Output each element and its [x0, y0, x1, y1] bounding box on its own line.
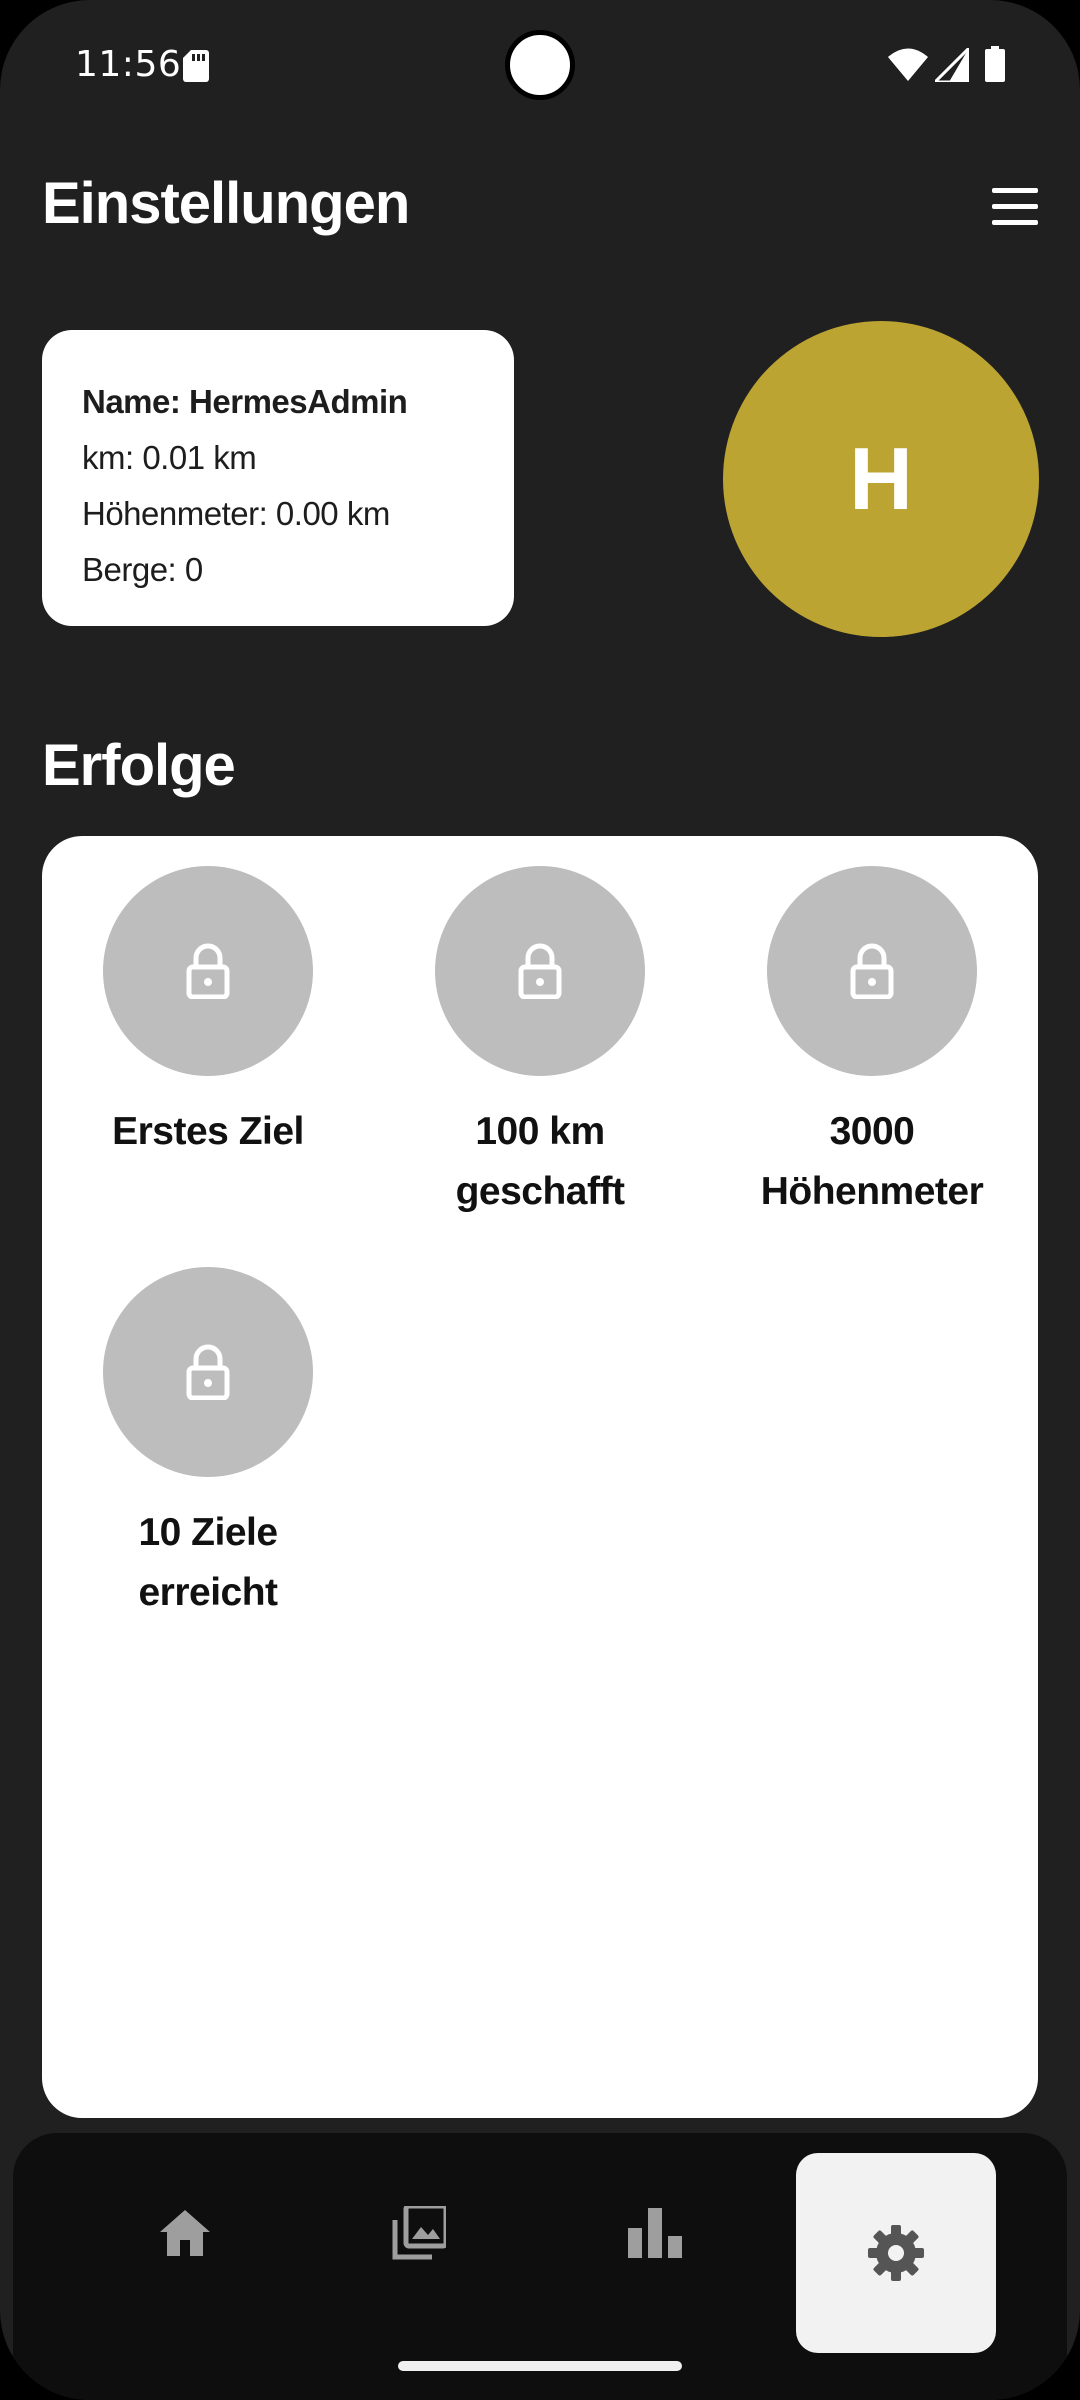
nav-settings[interactable]	[796, 2153, 996, 2353]
achievement-label-line1: 100 km	[475, 1110, 605, 1153]
bar-chart-icon	[628, 2208, 682, 2258]
sd-card-icon	[183, 50, 209, 82]
gallery-icon	[392, 2206, 446, 2260]
achievement-label-line2: erreicht	[138, 1571, 278, 1614]
nav-gallery[interactable]	[319, 2133, 519, 2333]
achievement-first-goal[interactable]: Erstes Ziel	[42, 866, 374, 1162]
achievements-title: Erfolge	[42, 733, 236, 798]
achievement-label-line1: Erstes Ziel	[112, 1110, 304, 1153]
achievement-badge	[103, 1267, 313, 1477]
avatar[interactable]: H	[723, 321, 1039, 637]
camera-cutout	[505, 30, 575, 100]
achievement-badge	[103, 866, 313, 1076]
achievement-label-line1: 3000	[829, 1110, 915, 1153]
achievement-label-line2: geschafft	[455, 1170, 625, 1213]
status-time: 11:56	[75, 44, 182, 85]
achievement-badge	[767, 866, 977, 1076]
wifi-icon	[888, 48, 928, 81]
lock-icon	[186, 1344, 230, 1400]
gear-icon	[868, 2225, 924, 2281]
achievement-100km[interactable]: 100 km geschafft	[374, 866, 706, 1222]
achievements-panel: Erstes Ziel 100 km geschafft 3000 Höhenm…	[42, 836, 1038, 2118]
achievement-label-line1: 10 Ziele	[138, 1511, 278, 1554]
achievement-3000-elevation[interactable]: 3000 Höhenmeter	[706, 866, 1038, 1222]
lock-icon	[186, 943, 230, 999]
menu-icon-bar	[992, 188, 1038, 193]
achievement-label: Erstes Ziel	[42, 1102, 374, 1162]
bottom-nav	[13, 2133, 1067, 2400]
profile-mountains: Berge: 0	[82, 551, 203, 588]
lock-icon	[850, 943, 894, 999]
menu-icon-bar	[992, 220, 1038, 225]
lock-icon	[518, 943, 562, 999]
achievement-badge	[435, 866, 645, 1076]
page-title: Einstellungen	[42, 171, 410, 236]
profile-card: Name: HermesAdmin km: 0.01 km Höhenmeter…	[42, 330, 514, 626]
nav-statistics[interactable]	[555, 2133, 755, 2333]
app-screen: 11:56 Einstellungen Name: HermesAdmin km…	[0, 0, 1080, 2400]
status-bar: 11:56	[0, 0, 1080, 130]
achievement-label: 100 km geschafft	[374, 1102, 706, 1222]
achievement-label: 3000 Höhenmeter	[706, 1102, 1038, 1222]
profile-elevation: Höhenmeter: 0.00 km	[82, 495, 390, 532]
achievement-10-goals[interactable]: 10 Ziele erreicht	[42, 1267, 374, 1623]
home-indicator[interactable]	[398, 2361, 682, 2371]
achievement-label: 10 Ziele erreicht	[42, 1503, 374, 1623]
battery-icon	[985, 46, 1005, 82]
achievement-label-line2: Höhenmeter	[760, 1170, 984, 1213]
profile-name: Name: HermesAdmin	[82, 383, 408, 420]
nav-home[interactable]	[85, 2133, 285, 2333]
home-icon	[160, 2210, 210, 2256]
profile-km: km: 0.01 km	[82, 439, 257, 476]
signal-icon	[935, 48, 969, 82]
menu-icon-bar	[992, 204, 1038, 209]
menu-button[interactable]	[988, 182, 1044, 232]
